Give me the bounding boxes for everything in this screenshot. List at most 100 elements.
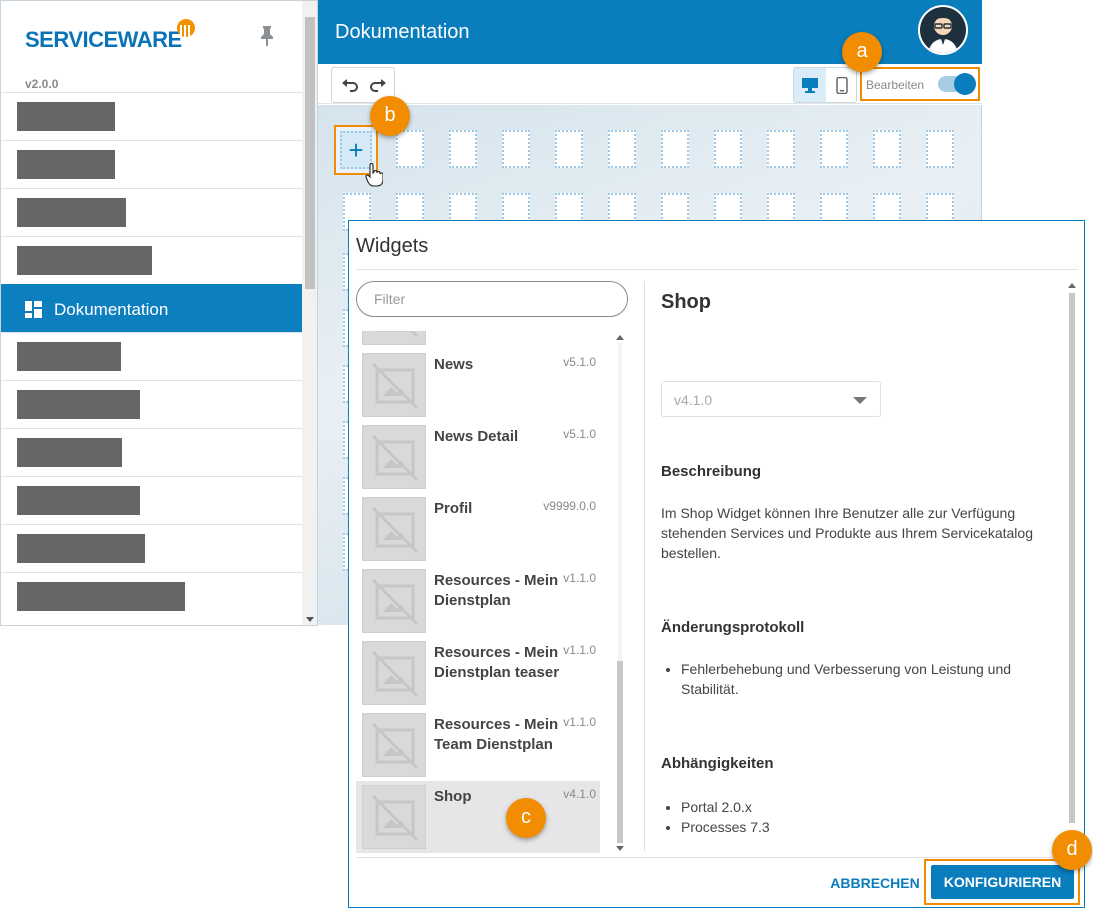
undo-icon[interactable] bbox=[341, 78, 359, 94]
header-bar: Dokumentation bbox=[318, 0, 982, 64]
hand-cursor-icon bbox=[365, 163, 383, 187]
empty-widget-slot[interactable] bbox=[873, 130, 901, 168]
scrollbar-thumb[interactable] bbox=[617, 661, 623, 843]
scrollbar-thumb[interactable] bbox=[1069, 293, 1075, 823]
widget-name: Shop bbox=[434, 788, 472, 805]
configure-button[interactable]: KONFIGURIEREN bbox=[931, 865, 1074, 899]
redacted-label bbox=[17, 486, 140, 515]
scroll-up-arrow-icon[interactable] bbox=[1068, 283, 1076, 288]
widget-placeholder-image-icon bbox=[362, 425, 426, 489]
sidebar-item-redacted[interactable] bbox=[1, 476, 302, 524]
filter-input[interactable] bbox=[356, 281, 628, 317]
sidebar-item-redacted[interactable] bbox=[1, 524, 302, 572]
edit-mode-switch[interactable] bbox=[938, 73, 976, 95]
widget-list-item[interactable]: Resources - Mein Dienstplan teaser v1.1.0 bbox=[356, 637, 600, 709]
widget-placeholder-image-icon bbox=[362, 785, 426, 849]
cancel-button[interactable]: ABBRECHEN bbox=[825, 865, 925, 901]
widget-list-item[interactable]: News v5.1.0 bbox=[356, 349, 600, 421]
widget-list-item[interactable]: Resources - Mein Team Dienstplan v1.1.0 bbox=[356, 709, 600, 781]
sidebar-item-label: Dokumentation bbox=[54, 300, 169, 319]
redacted-label bbox=[17, 534, 145, 563]
sidebar-item-redacted[interactable] bbox=[1, 572, 302, 620]
empty-widget-slot[interactable] bbox=[396, 130, 424, 168]
widget-placeholder-image-icon bbox=[362, 569, 426, 633]
scroll-down-arrow-icon[interactable] bbox=[616, 846, 624, 851]
divider bbox=[356, 269, 1078, 270]
empty-widget-slot[interactable] bbox=[502, 130, 530, 168]
widget-list-item-partial[interactable] bbox=[356, 331, 600, 349]
widget-placeholder-image-icon bbox=[362, 331, 426, 345]
sidebar-item-redacted[interactable] bbox=[1, 140, 302, 188]
sidebar-scrollbar[interactable] bbox=[302, 1, 317, 625]
widget-list[interactable]: News v5.1.0 News Detail v5.1.0 Profil v9999.0… bbox=[356, 331, 628, 853]
mobile-view-icon[interactable] bbox=[836, 77, 848, 94]
widget-placeholder-image-icon bbox=[362, 641, 426, 705]
widget-version: v1.1.0 bbox=[563, 643, 596, 657]
widget-list-item[interactable]: News Detail v5.1.0 bbox=[356, 421, 600, 493]
widget-placeholder-image-icon bbox=[362, 353, 426, 417]
widget-version: v1.1.0 bbox=[563, 715, 596, 729]
empty-widget-slot[interactable] bbox=[555, 130, 583, 168]
divider bbox=[356, 857, 1078, 858]
widget-version: v5.1.0 bbox=[563, 355, 596, 369]
changelog-heading: Änderungsprotokoll bbox=[661, 619, 805, 636]
callout-d: d bbox=[1052, 830, 1092, 870]
sidebar-item-redacted[interactable] bbox=[1, 332, 302, 380]
description-text: Im Shop Widget können Ihre Benutzer alle… bbox=[661, 505, 1033, 561]
widget-list-item[interactable]: Profil v9999.0.0 bbox=[356, 493, 600, 565]
detail-scrollbar[interactable] bbox=[1066, 281, 1078, 851]
redacted-label bbox=[17, 438, 122, 467]
empty-widget-slot[interactable] bbox=[767, 130, 795, 168]
empty-widget-slot[interactable] bbox=[820, 130, 848, 168]
version-select-value: v4.1.0 bbox=[674, 392, 713, 408]
widget-list-item[interactable]: Resources - Mein Dienstplan v1.1.0 bbox=[356, 565, 600, 637]
widget-placeholder-image-icon bbox=[362, 497, 426, 561]
empty-widget-slot[interactable] bbox=[608, 130, 636, 168]
redo-icon[interactable] bbox=[369, 78, 387, 94]
dependency-item: Processes 7.3 bbox=[681, 817, 770, 837]
sidebar-item-redacted[interactable] bbox=[1, 236, 302, 284]
redacted-label bbox=[17, 342, 121, 371]
widget-version: v4.1.0 bbox=[563, 787, 596, 801]
widget-detail-panel: Shop v4.1.0 Beschreibung Im Shop Widget … bbox=[661, 291, 1061, 835]
description-heading: Beschreibung bbox=[661, 463, 762, 480]
widgets-dialog: Widgets News v5.1.0 News Detail v5.1.0 Profi… bbox=[348, 220, 1085, 908]
widget-placeholder-image-icon bbox=[362, 713, 426, 777]
page-title: Dokumentation bbox=[335, 21, 470, 43]
widget-name: News bbox=[434, 356, 474, 373]
empty-widget-slot[interactable] bbox=[926, 130, 954, 168]
sidebar-item-dokumentation[interactable]: Dokumentation bbox=[1, 284, 302, 332]
scroll-down-arrow-icon[interactable] bbox=[306, 617, 314, 622]
chevron-down-icon bbox=[853, 397, 867, 404]
redacted-label bbox=[17, 246, 152, 275]
app-version: v2.0.0 bbox=[25, 77, 59, 91]
logo-mark-icon bbox=[177, 19, 195, 37]
redacted-label bbox=[17, 150, 115, 179]
configure-button-highlight: KONFIGURIEREN bbox=[924, 859, 1080, 905]
scrollbar-thumb[interactable] bbox=[305, 17, 315, 289]
desktop-view-button[interactable] bbox=[794, 68, 826, 102]
edit-mode-toggle-area[interactable]: Bearbeiten bbox=[860, 67, 980, 101]
redacted-label bbox=[17, 390, 140, 419]
redacted-label bbox=[17, 102, 115, 131]
widget-version: v5.1.0 bbox=[563, 427, 596, 441]
user-avatar[interactable] bbox=[918, 5, 968, 55]
pin-icon[interactable] bbox=[259, 25, 275, 47]
widget-list-item[interactable]: Shop v4.1.0 bbox=[356, 781, 600, 853]
widget-name: News Detail bbox=[434, 428, 519, 445]
scroll-up-arrow-icon[interactable] bbox=[616, 335, 624, 340]
sidebar-item-redacted[interactable] bbox=[1, 428, 302, 476]
dependency-item: Portal 2.0.x bbox=[681, 797, 770, 817]
empty-widget-slot[interactable] bbox=[449, 130, 477, 168]
version-select[interactable]: v4.1.0 bbox=[661, 381, 881, 417]
widget-list-scrollbar[interactable] bbox=[613, 331, 627, 853]
callout-b: b bbox=[370, 96, 410, 136]
sidebar-item-redacted[interactable] bbox=[1, 380, 302, 428]
empty-widget-slot[interactable] bbox=[714, 130, 742, 168]
callout-c: c bbox=[506, 798, 546, 838]
empty-widget-slot[interactable] bbox=[661, 130, 689, 168]
sidebar-item-redacted[interactable] bbox=[1, 188, 302, 236]
switch-knob bbox=[954, 73, 976, 95]
sidebar-item-redacted[interactable] bbox=[1, 92, 302, 140]
sidebar-nav: Dokumentation bbox=[1, 92, 302, 620]
